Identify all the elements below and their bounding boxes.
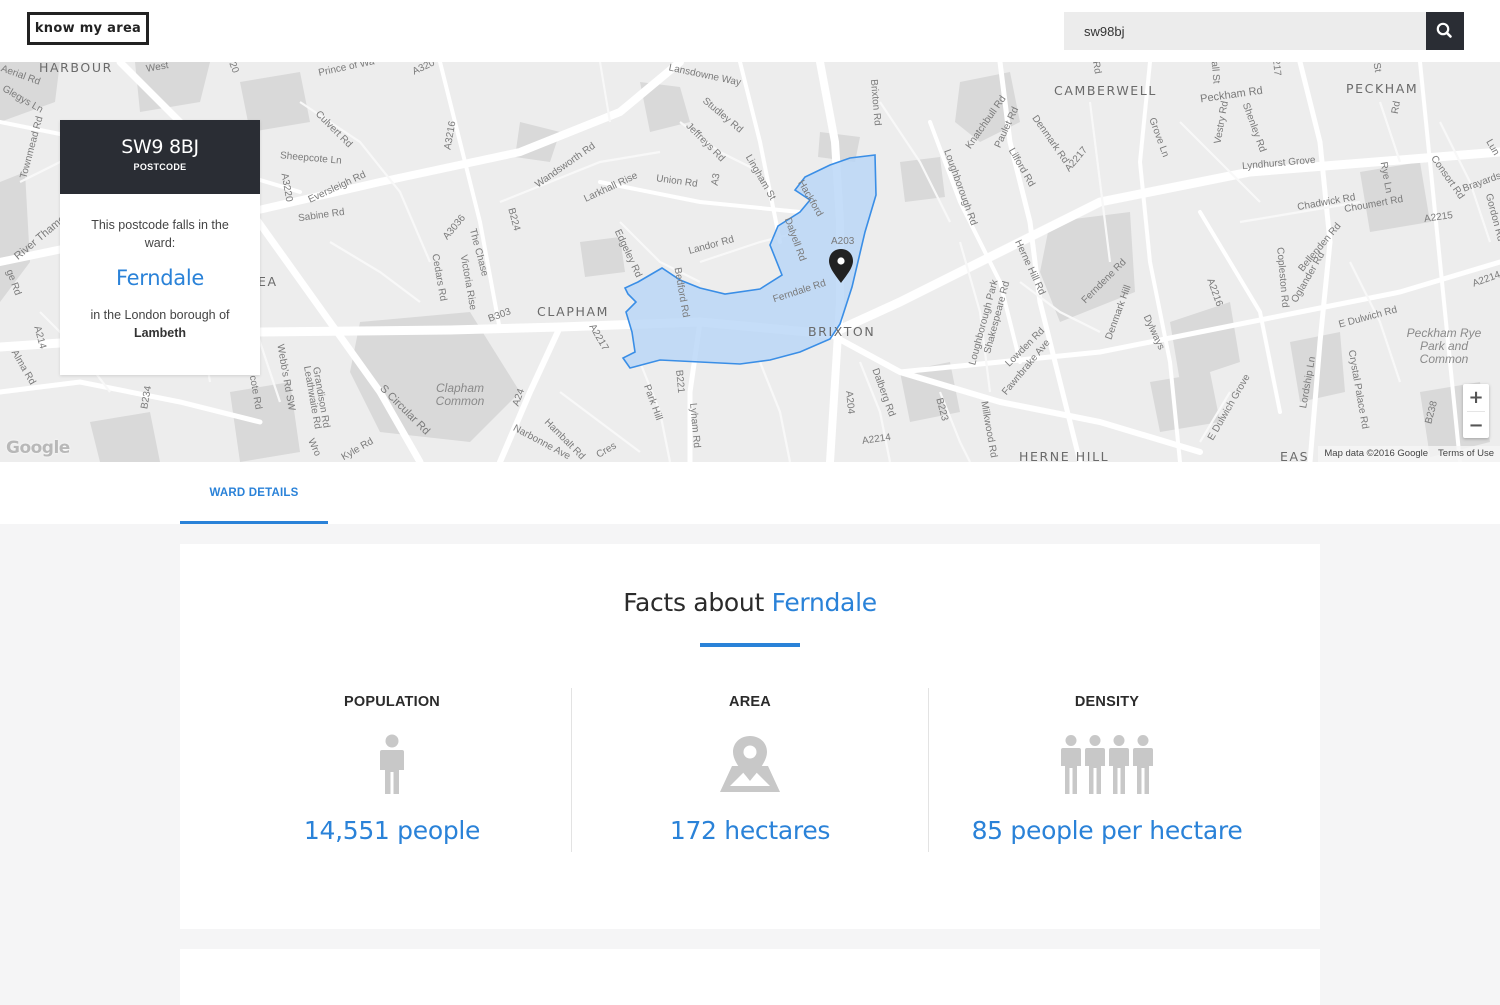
stat-label: AREA (729, 694, 771, 710)
stat-population: POPULATION 14,551 people (214, 688, 570, 852)
stat-density: DENSITY 85 people per hectare (929, 688, 1285, 852)
stat-value: 172 hectares (669, 816, 831, 845)
tab-ward-details[interactable]: WARD DETAILS (180, 462, 328, 524)
google-logo[interactable]: Google (6, 438, 70, 458)
map-location-icon (720, 736, 780, 792)
facts-title: Facts about Ferndale (180, 588, 1320, 617)
stat-area: AREA 172 hectares (572, 688, 928, 852)
facts-title-prefix: Facts about (623, 588, 764, 617)
borough-name: Lambeth (133, 326, 187, 340)
postcode-search-input[interactable] (1064, 12, 1426, 50)
stat-icon-wrap (214, 734, 570, 796)
search-icon (1436, 22, 1452, 38)
tab-bar: WARD DETAILS (0, 462, 1500, 524)
title-underline (700, 643, 800, 647)
search-bar (1064, 12, 1464, 50)
people-group-icon (1061, 735, 1153, 794)
facts-card: Facts about Ferndale POPULATION 14,551 p… (180, 544, 1320, 929)
next-section-card (180, 949, 1320, 1005)
top-bar: know my area (0, 0, 1500, 62)
search-button[interactable] (1426, 12, 1464, 50)
stat-label: POPULATION (344, 694, 440, 710)
zoom-out-button[interactable]: − (1463, 412, 1489, 439)
ward-name: Ferndale (116, 266, 204, 290)
ward-intro-text: This postcode falls in the ward: (91, 218, 229, 250)
stat-value: 85 people per hectare (971, 816, 1243, 845)
map-attribution: Map data ©2016 Google Terms of Use (1318, 446, 1500, 462)
map-data-credit: Map data ©2016 Google (1324, 448, 1429, 459)
postcode-info-card: SW9 8BJ POSTCODE This postcode falls in … (60, 120, 260, 375)
borough-intro-text: in the London borough of (90, 308, 230, 322)
stat-label: DENSITY (1074, 694, 1140, 710)
postcode-label: POSTCODE (133, 162, 187, 172)
ward-map[interactable]: HARBOUR CLAPHAM BRIXTON CAMBERWELL PECKH… (0, 62, 1500, 462)
postcode-header: SW9 8BJ POSTCODE (60, 120, 260, 194)
zoom-in-button[interactable]: + (1463, 384, 1489, 411)
facts-title-ward: Ferndale (771, 588, 878, 617)
terms-of-use-link[interactable]: Terms of Use (1438, 448, 1494, 459)
stat-icon-wrap (572, 734, 928, 796)
stat-value: 14,551 people (303, 816, 481, 845)
site-logo[interactable]: know my area (27, 12, 149, 45)
stat-icon-wrap (929, 734, 1285, 796)
person-icon (380, 734, 404, 794)
postcode-value: SW9 8BJ (121, 136, 199, 158)
zoom-controls: + − (1463, 384, 1489, 438)
